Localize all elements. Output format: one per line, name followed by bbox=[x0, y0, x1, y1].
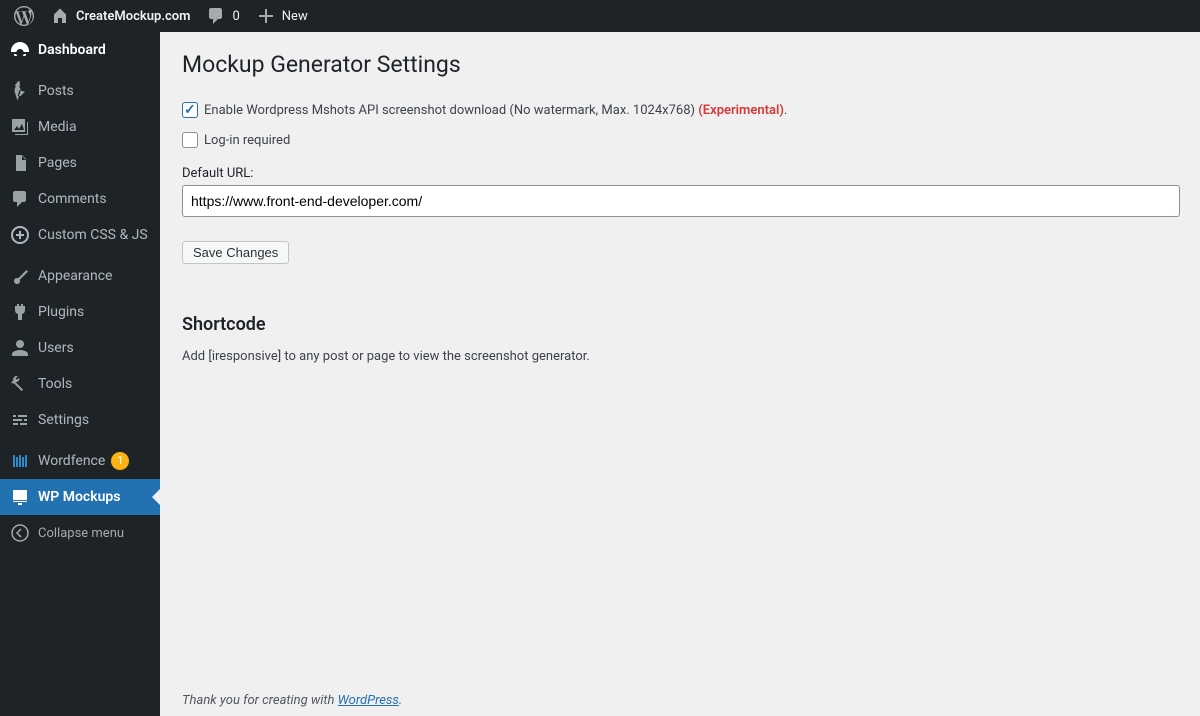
pin-icon bbox=[10, 81, 30, 101]
sidebar-item-label: Plugins bbox=[38, 304, 84, 320]
admin-footer: Thank you for creating with WordPress. bbox=[182, 693, 402, 708]
sidebar-item-users[interactable]: Users bbox=[0, 330, 160, 366]
comments-count: 0 bbox=[232, 9, 239, 24]
login-required-label: Log-in required bbox=[204, 133, 290, 148]
plus-circle-icon bbox=[10, 225, 30, 245]
site-home[interactable]: CreateMockup.com bbox=[42, 0, 198, 32]
sidebar-item-label: Wordfence bbox=[38, 453, 105, 469]
default-url-input[interactable] bbox=[182, 185, 1180, 217]
page-title: Mockup Generator Settings bbox=[182, 42, 1180, 96]
wp-logo[interactable] bbox=[6, 0, 42, 32]
sidebar-item-label: WP Mockups bbox=[38, 489, 121, 505]
collapse-label: Collapse menu bbox=[38, 526, 124, 541]
home-icon bbox=[50, 6, 70, 26]
sidebar-item-label: Settings bbox=[38, 412, 89, 428]
sidebar-item-label: Dashboard bbox=[38, 42, 106, 58]
enable-mshots-checkbox[interactable] bbox=[182, 102, 198, 118]
collapse-menu[interactable]: Collapse menu bbox=[0, 515, 160, 551]
sidebar-item-appearance[interactable]: Appearance bbox=[0, 258, 160, 294]
new-content[interactable]: New bbox=[248, 0, 316, 32]
sidebar-item-label: Pages bbox=[38, 155, 77, 171]
admin-sidebar: Dashboard Posts Media Pages Comments Cus… bbox=[0, 32, 160, 716]
sidebar-item-wpmockups[interactable]: WP Mockups bbox=[0, 479, 160, 515]
wordfence-badge: 1 bbox=[111, 452, 129, 470]
wrench-icon bbox=[10, 374, 30, 394]
sidebar-item-label: Custom CSS & JS bbox=[38, 227, 148, 243]
sidebar-item-pages[interactable]: Pages bbox=[0, 145, 160, 181]
wordpress-icon bbox=[14, 6, 34, 26]
sidebar-item-plugins[interactable]: Plugins bbox=[0, 294, 160, 330]
shortcode-desc: Add [iresponsive] to any post or page to… bbox=[182, 349, 1180, 364]
comments-link[interactable]: 0 bbox=[198, 0, 247, 32]
admin-toolbar: CreateMockup.com 0 New bbox=[0, 0, 1200, 32]
sidebar-item-posts[interactable]: Posts bbox=[0, 73, 160, 109]
wordfence-icon bbox=[10, 451, 30, 471]
sidebar-item-dashboard[interactable]: Dashboard bbox=[0, 32, 160, 68]
collapse-icon bbox=[10, 523, 30, 543]
sidebar-item-label: Tools bbox=[38, 376, 72, 392]
sidebar-item-label: Posts bbox=[38, 83, 74, 99]
monitor-icon bbox=[10, 487, 30, 507]
new-label: New bbox=[282, 9, 308, 24]
wordpress-link[interactable]: WordPress bbox=[338, 693, 399, 708]
default-url-label: Default URL: bbox=[182, 166, 1180, 181]
dashboard-icon bbox=[10, 40, 30, 60]
sidebar-item-settings[interactable]: Settings bbox=[0, 402, 160, 438]
sidebar-item-wordfence[interactable]: Wordfence 1 bbox=[0, 443, 160, 479]
shortcode-heading: Shortcode bbox=[182, 314, 1180, 335]
login-required-checkbox[interactable] bbox=[182, 132, 198, 148]
comment-icon bbox=[206, 6, 226, 26]
brush-icon bbox=[10, 266, 30, 286]
main-content: Mockup Generator Settings Enable Wordpre… bbox=[160, 32, 1200, 716]
save-button[interactable]: Save Changes bbox=[182, 241, 289, 264]
sidebar-item-tools[interactable]: Tools bbox=[0, 366, 160, 402]
plug-icon bbox=[10, 302, 30, 322]
media-icon bbox=[10, 117, 30, 137]
user-icon bbox=[10, 338, 30, 358]
comment-icon bbox=[10, 189, 30, 209]
sidebar-item-label: Appearance bbox=[38, 268, 112, 284]
page-icon bbox=[10, 153, 30, 173]
sidebar-item-customcss[interactable]: Custom CSS & JS bbox=[0, 217, 160, 253]
plus-icon bbox=[256, 6, 276, 26]
sidebar-item-label: Media bbox=[38, 119, 77, 135]
site-name: CreateMockup.com bbox=[76, 9, 190, 24]
sidebar-item-media[interactable]: Media bbox=[0, 109, 160, 145]
sidebar-item-label: Users bbox=[38, 340, 74, 356]
sliders-icon bbox=[10, 410, 30, 430]
sidebar-item-comments[interactable]: Comments bbox=[0, 181, 160, 217]
enable-mshots-label: Enable Wordpress Mshots API screenshot d… bbox=[204, 103, 787, 118]
sidebar-item-label: Comments bbox=[38, 191, 107, 207]
